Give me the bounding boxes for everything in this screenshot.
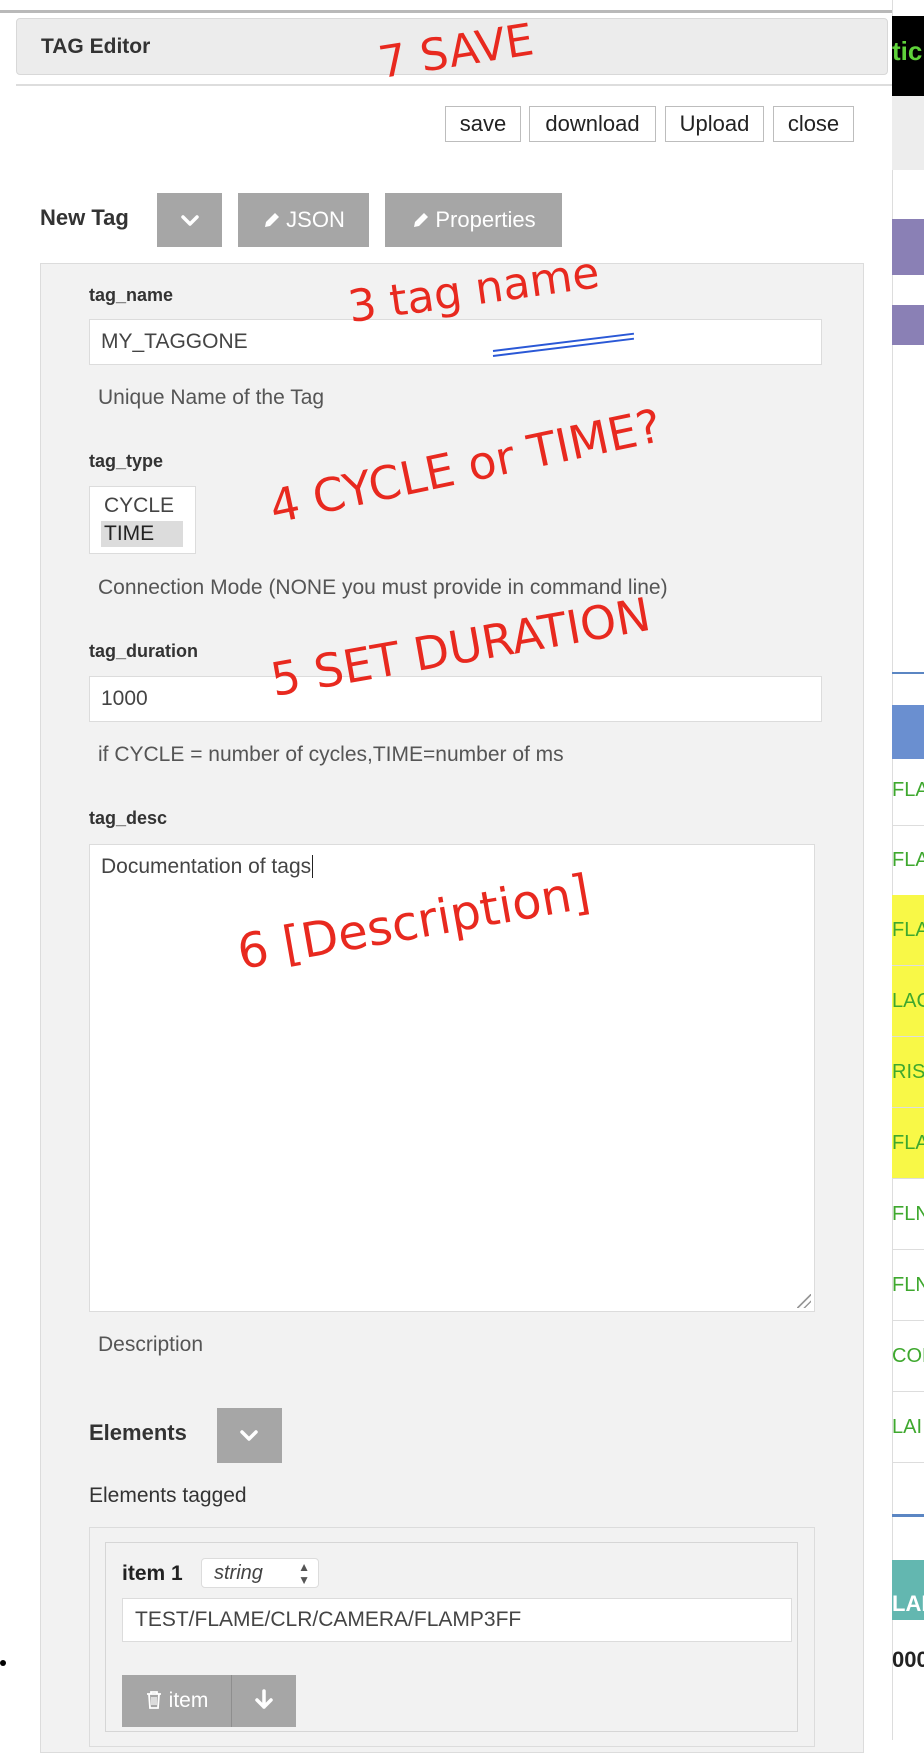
background-purple-bar [892, 219, 924, 275]
chevron-down-icon [180, 215, 199, 226]
background-row: FLN [892, 1250, 924, 1321]
json-button-label: JSON [286, 207, 345, 232]
pencil-icon [414, 213, 429, 227]
background-row: FLN [892, 1179, 924, 1250]
item-label: item 1 [122, 1562, 183, 1585]
background-teal-header: LAN [892, 1560, 924, 1620]
pencil-icon [265, 213, 280, 227]
tag-duration-help: if CYCLE = number of cycles,TIME=number … [98, 743, 564, 766]
new-tag-dropdown-button[interactable] [157, 193, 222, 247]
move-item-down-button[interactable] [232, 1675, 296, 1727]
background-row: LAI [892, 1392, 924, 1463]
background-purple-bar [892, 305, 924, 345]
tag-type-option-time[interactable]: TIME [101, 521, 183, 547]
elements-label: Elements [89, 1420, 187, 1445]
background-divider [892, 672, 924, 674]
tag-type-option-cycle[interactable]: CYCLE [101, 493, 183, 519]
new-tag-label: New Tag [40, 205, 129, 230]
tag-desc-text: Documentation of tags [101, 855, 312, 878]
background-block [892, 96, 924, 170]
background-header: tic [892, 16, 924, 96]
tag-type-help: Connection Mode (NONE you must provide i… [98, 576, 668, 599]
elements-subtitle: Elements tagged [89, 1484, 247, 1507]
tag-name-input[interactable]: MY_TAGGONE [89, 319, 822, 365]
background-row: FLA [892, 825, 924, 896]
tag-duration-input[interactable]: 1000 [89, 676, 822, 722]
tag-name-label: tag_name [89, 285, 174, 305]
tag-type-select[interactable]: CYCLE TIME [89, 486, 196, 554]
background-divider [892, 1514, 924, 1517]
properties-button-label: Properties [435, 207, 536, 232]
tag-type-label: tag_type [89, 451, 164, 471]
tag-desc-help: Description [98, 1333, 204, 1356]
titlebar-divider [16, 84, 892, 86]
tag-duration-label: tag_duration [89, 641, 199, 661]
item-value-input[interactable]: TEST/FLAME/CLR/CAMERA/FLAMP3FF [122, 1598, 792, 1642]
download-button[interactable]: download [529, 106, 656, 142]
tag-desc-label: tag_desc [89, 808, 168, 828]
background-row: FLA [892, 895, 924, 966]
delete-item-button[interactable]: item [122, 1675, 232, 1727]
tag-name-help: Unique Name of the Tag [98, 386, 325, 409]
sort-arrows-icon: ▲ ▼ [298, 1560, 310, 1587]
chevron-down-icon [240, 1430, 258, 1441]
background-table-header [892, 705, 924, 759]
arrow-down-icon [255, 1689, 273, 1709]
editor-title: TAG Editor [41, 35, 151, 58]
background-row: FLA [892, 755, 924, 826]
background-row: CON [892, 1321, 924, 1392]
trash-icon [146, 1691, 161, 1709]
elements-dropdown-button[interactable] [217, 1408, 282, 1463]
background-row: FLA [892, 1108, 924, 1179]
background-row: LAC [892, 966, 924, 1037]
close-button[interactable]: close [773, 106, 854, 142]
text-cursor [312, 855, 314, 878]
background-row: RIS_ [892, 1037, 924, 1108]
upload-button[interactable]: Upload [665, 106, 764, 142]
json-button[interactable]: JSON [238, 193, 369, 247]
window-top-border [0, 10, 892, 13]
save-button[interactable]: save [445, 106, 521, 142]
properties-button[interactable]: Properties [385, 193, 562, 247]
resize-handle[interactable] [797, 1294, 811, 1308]
delete-item-label: item [168, 1689, 209, 1712]
item-type-select[interactable]: string ▲ ▼ [201, 1558, 319, 1588]
background-value: 000 [892, 1647, 924, 1672]
item-type-value: string [214, 1562, 263, 1584]
bullet-dot [0, 1660, 6, 1666]
